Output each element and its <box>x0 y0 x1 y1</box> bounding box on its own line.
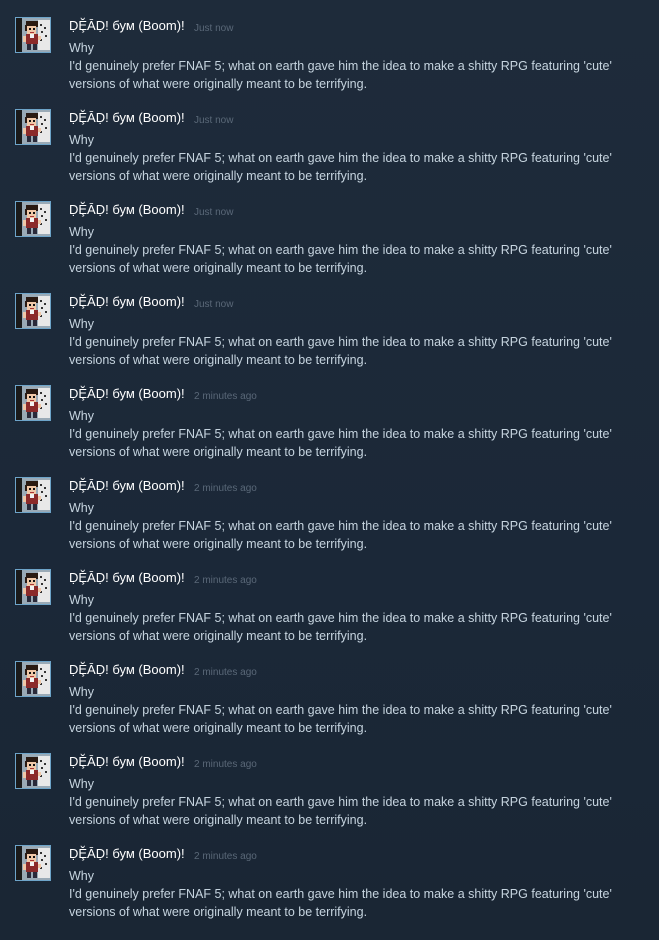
comment-timestamp: 2 minutes ago <box>194 483 257 494</box>
comment-timestamp: 2 minutes ago <box>194 667 257 678</box>
author-name[interactable]: ḌḜᾹḌ! бум (Boom)! <box>69 110 185 126</box>
author-name[interactable]: ḌḜᾹḌ! бум (Boom)! <box>69 662 185 678</box>
avatar-image <box>16 754 50 788</box>
comment-line: Why <box>69 317 94 331</box>
comment-body: Why I'd genuinely prefer FNAF 5; what on… <box>69 499 612 553</box>
avatar[interactable] <box>15 661 51 697</box>
comment-line: I'd genuinely prefer FNAF 5; what on ear… <box>69 335 612 349</box>
comment-line: versions of what were originally meant t… <box>69 261 368 275</box>
comment-line: Why <box>69 869 94 883</box>
comment-line: versions of what were originally meant t… <box>69 813 368 827</box>
comment-timestamp: 2 minutes ago <box>194 391 257 402</box>
comment-body: Why I'd genuinely prefer FNAF 5; what on… <box>69 131 612 185</box>
author-name[interactable]: ḌḜᾹḌ! бум (Boom)! <box>69 294 185 310</box>
comment-line: Why <box>69 133 94 147</box>
comment-line: I'd genuinely prefer FNAF 5; what on ear… <box>69 795 612 809</box>
comment: ḌḜᾹḌ! бум (Boom)! 2 minutes ago Why I'd … <box>0 368 659 460</box>
author-name[interactable]: ḌḜᾹḌ! бум (Boom)! <box>69 202 185 218</box>
comment-line: versions of what were originally meant t… <box>69 353 368 367</box>
comment-body: Why I'd genuinely prefer FNAF 5; what on… <box>69 315 612 369</box>
avatar-image <box>16 110 50 144</box>
avatar-image <box>16 570 50 604</box>
author-name[interactable]: ḌḜᾹḌ! бум (Boom)! <box>69 754 185 770</box>
avatar-image <box>16 294 50 328</box>
comment: ḌḜᾹḌ! бум (Boom)! Just now Why I'd genui… <box>0 92 659 184</box>
comment-line: Why <box>69 409 94 423</box>
comment-line: versions of what were originally meant t… <box>69 629 368 643</box>
comment: ḌḜᾹḌ! бум (Boom)! Just now Why I'd genui… <box>0 276 659 368</box>
comment: ḌḜᾹḌ! бум (Boom)! Just now Why I'd genui… <box>0 0 659 92</box>
comment-line: Why <box>69 41 94 55</box>
comment-body: Why I'd genuinely prefer FNAF 5; what on… <box>69 39 612 93</box>
comment-line: I'd genuinely prefer FNAF 5; what on ear… <box>69 519 612 533</box>
comment-list: ḌḜᾹḌ! бум (Boom)! Just now Why I'd genui… <box>0 0 659 920</box>
comment-timestamp: 2 minutes ago <box>194 575 257 586</box>
comment-line: versions of what were originally meant t… <box>69 721 368 735</box>
author-name[interactable]: ḌḜᾹḌ! бум (Boom)! <box>69 846 185 862</box>
author-name[interactable]: ḌḜᾹḌ! бум (Boom)! <box>69 570 185 586</box>
comment-body: Why I'd genuinely prefer FNAF 5; what on… <box>69 867 612 921</box>
comment: ḌḜᾹḌ! бум (Boom)! 2 minutes ago Why I'd … <box>0 736 659 828</box>
avatar-image <box>16 18 50 52</box>
comment-timestamp: 2 minutes ago <box>194 759 257 770</box>
comment: ḌḜᾹḌ! бум (Boom)! 2 minutes ago Why I'd … <box>0 644 659 736</box>
comment-body: Why I'd genuinely prefer FNAF 5; what on… <box>69 591 612 645</box>
avatar[interactable] <box>15 293 51 329</box>
comment-body: Why I'd genuinely prefer FNAF 5; what on… <box>69 775 612 829</box>
comment-line: versions of what were originally meant t… <box>69 537 368 551</box>
comment-line: versions of what were originally meant t… <box>69 905 368 919</box>
avatar[interactable] <box>15 569 51 605</box>
comment-body: Why I'd genuinely prefer FNAF 5; what on… <box>69 683 612 737</box>
comment-body: Why I'd genuinely prefer FNAF 5; what on… <box>69 223 612 277</box>
avatar-image <box>16 202 50 236</box>
comment-line: Why <box>69 685 94 699</box>
comment-timestamp: Just now <box>194 23 234 34</box>
avatar-image <box>16 662 50 696</box>
comment-line: Why <box>69 501 94 515</box>
avatar[interactable] <box>15 753 51 789</box>
comment-timestamp: Just now <box>194 299 234 310</box>
comment-line: I'd genuinely prefer FNAF 5; what on ear… <box>69 427 612 441</box>
comment-line: versions of what were originally meant t… <box>69 169 368 183</box>
comment-line: I'd genuinely prefer FNAF 5; what on ear… <box>69 887 612 901</box>
comment-timestamp: Just now <box>194 115 234 126</box>
author-name[interactable]: ḌḜᾹḌ! бум (Boom)! <box>69 18 185 34</box>
avatar[interactable] <box>15 109 51 145</box>
comment-timestamp: Just now <box>194 207 234 218</box>
comment-line: Why <box>69 225 94 239</box>
comment: ḌḜᾹḌ! бум (Boom)! Just now Why I'd genui… <box>0 184 659 276</box>
avatar-image <box>16 478 50 512</box>
comment-line: I'd genuinely prefer FNAF 5; what on ear… <box>69 611 612 625</box>
comment-line: Why <box>69 593 94 607</box>
comment: ḌḜᾹḌ! бум (Boom)! 2 minutes ago Why I'd … <box>0 552 659 644</box>
comment-line: I'd genuinely prefer FNAF 5; what on ear… <box>69 151 612 165</box>
comment: ḌḜᾹḌ! бум (Boom)! 2 minutes ago Why I'd … <box>0 460 659 552</box>
comment-line: I'd genuinely prefer FNAF 5; what on ear… <box>69 59 612 73</box>
author-name[interactable]: ḌḜᾹḌ! бум (Boom)! <box>69 478 185 494</box>
comment-line: I'd genuinely prefer FNAF 5; what on ear… <box>69 243 612 257</box>
author-name[interactable]: ḌḜᾹḌ! бум (Boom)! <box>69 386 185 402</box>
avatar-image <box>16 386 50 420</box>
comment-timestamp: 2 minutes ago <box>194 851 257 862</box>
avatar[interactable] <box>15 477 51 513</box>
comment-line: I'd genuinely prefer FNAF 5; what on ear… <box>69 703 612 717</box>
avatar-image <box>16 846 50 880</box>
comment: ḌḜᾹḌ! бум (Boom)! 2 minutes ago Why I'd … <box>0 828 659 920</box>
avatar[interactable] <box>15 385 51 421</box>
comment-line: Why <box>69 777 94 791</box>
comment-body: Why I'd genuinely prefer FNAF 5; what on… <box>69 407 612 461</box>
avatar[interactable] <box>15 17 51 53</box>
comment-line: versions of what were originally meant t… <box>69 445 368 459</box>
comment-line: versions of what were originally meant t… <box>69 77 368 91</box>
avatar[interactable] <box>15 845 51 881</box>
avatar[interactable] <box>15 201 51 237</box>
